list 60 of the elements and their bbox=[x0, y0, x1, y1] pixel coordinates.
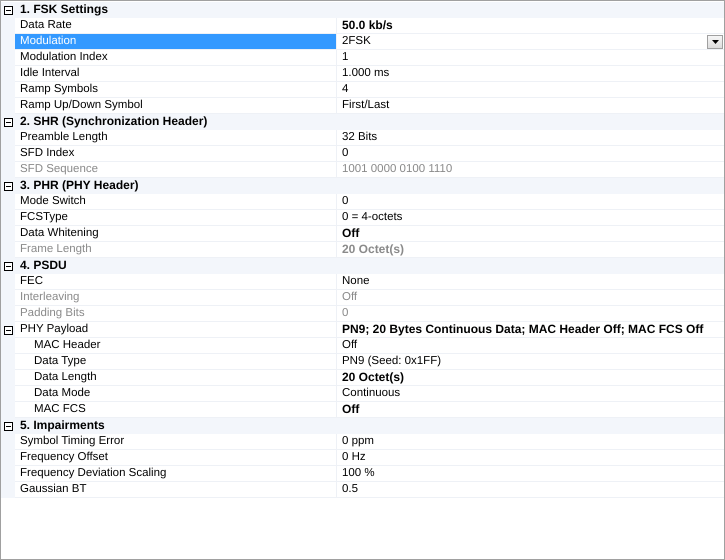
collapse-icon[interactable] bbox=[4, 118, 12, 126]
property-value: 0 ppm bbox=[342, 434, 374, 449]
property-value: 1.000 ms bbox=[342, 66, 390, 81]
property-value: 100 % bbox=[342, 466, 375, 481]
property-name[interactable]: SFD Index bbox=[15, 146, 337, 162]
caret-icon bbox=[712, 40, 718, 44]
collapse-icon[interactable] bbox=[4, 422, 12, 430]
property-name[interactable]: MAC Header bbox=[15, 338, 337, 354]
property-name[interactable]: Data Mode bbox=[15, 386, 337, 402]
property-value: 0 bbox=[342, 306, 348, 321]
category-title: 2. SHR (Synchronization Header) bbox=[19, 114, 208, 130]
property-value: 0 bbox=[342, 194, 348, 209]
category-title: 3. PHR (PHY Header) bbox=[19, 178, 138, 194]
property-value: PN9 (Seed: 0x1FF) bbox=[342, 354, 442, 369]
property-value: Off bbox=[342, 338, 358, 353]
property-value: PN9; 20 Bytes Continuous Data; MAC Header Off; MAC FCS Off bbox=[342, 322, 704, 337]
property-value: Off bbox=[342, 226, 360, 241]
property-value: First/Last bbox=[342, 98, 390, 113]
property-name[interactable]: PHY Payload bbox=[15, 322, 337, 338]
property-name[interactable]: Data Rate bbox=[15, 18, 337, 34]
property-value: 4 bbox=[342, 82, 348, 97]
property-name[interactable]: MAC FCS bbox=[15, 402, 337, 418]
property-value: 32 Bits bbox=[342, 130, 378, 145]
property-name[interactable]: Frequency Offset bbox=[15, 450, 337, 466]
property-value: 0 bbox=[342, 146, 348, 161]
category-title: 5. Impairments bbox=[19, 418, 105, 434]
property-value: 20 Octet(s) bbox=[342, 242, 404, 257]
property-name[interactable]: Mode Switch bbox=[15, 194, 337, 210]
collapse-icon[interactable] bbox=[4, 262, 12, 270]
property-name[interactable]: FCSType bbox=[15, 210, 337, 226]
property-value: Off bbox=[342, 402, 360, 417]
property-value: 0.5 bbox=[342, 482, 358, 497]
property-value: 0 = 4-octets bbox=[342, 210, 402, 225]
property-name[interactable]: Ramp Up/Down Symbol bbox=[15, 98, 337, 114]
property-name[interactable]: Idle Interval bbox=[15, 66, 337, 82]
property-value: 1 bbox=[342, 50, 348, 65]
property-value: Continuous bbox=[342, 386, 400, 401]
collapse-icon[interactable] bbox=[4, 326, 12, 334]
property-value: Off bbox=[342, 290, 358, 305]
category-title: 1. FSK Settings bbox=[19, 2, 108, 18]
property-name[interactable]: Ramp Symbols bbox=[15, 82, 337, 98]
dropdown-button[interactable] bbox=[707, 34, 723, 48]
property-value: None bbox=[342, 274, 370, 289]
category-title: 4. PSDU bbox=[19, 258, 67, 274]
property-name[interactable]: Symbol Timing Error bbox=[15, 434, 337, 450]
property-name[interactable]: Frequency Deviation Scaling bbox=[15, 466, 337, 482]
property-name[interactable]: Preamble Length bbox=[15, 130, 337, 146]
property-value: 2FSK bbox=[342, 34, 371, 49]
property-value: 0 Hz bbox=[342, 450, 366, 465]
property-name[interactable]: FEC bbox=[15, 274, 337, 290]
property-name[interactable]: Data Length bbox=[15, 370, 337, 386]
collapse-icon[interactable] bbox=[4, 182, 12, 190]
property-name[interactable]: Data Whitening bbox=[15, 226, 337, 242]
property-name[interactable]: Data Type bbox=[15, 354, 337, 370]
property-value: 20 Octet(s) bbox=[342, 370, 404, 385]
property-name[interactable]: Modulation Index bbox=[15, 50, 337, 66]
collapse-icon[interactable] bbox=[4, 6, 12, 14]
property-value: 1001 0000 0100 1110 bbox=[342, 162, 452, 177]
property-name[interactable]: Gaussian BT bbox=[15, 482, 337, 498]
property-value: 50.0 kb/s bbox=[342, 18, 393, 33]
